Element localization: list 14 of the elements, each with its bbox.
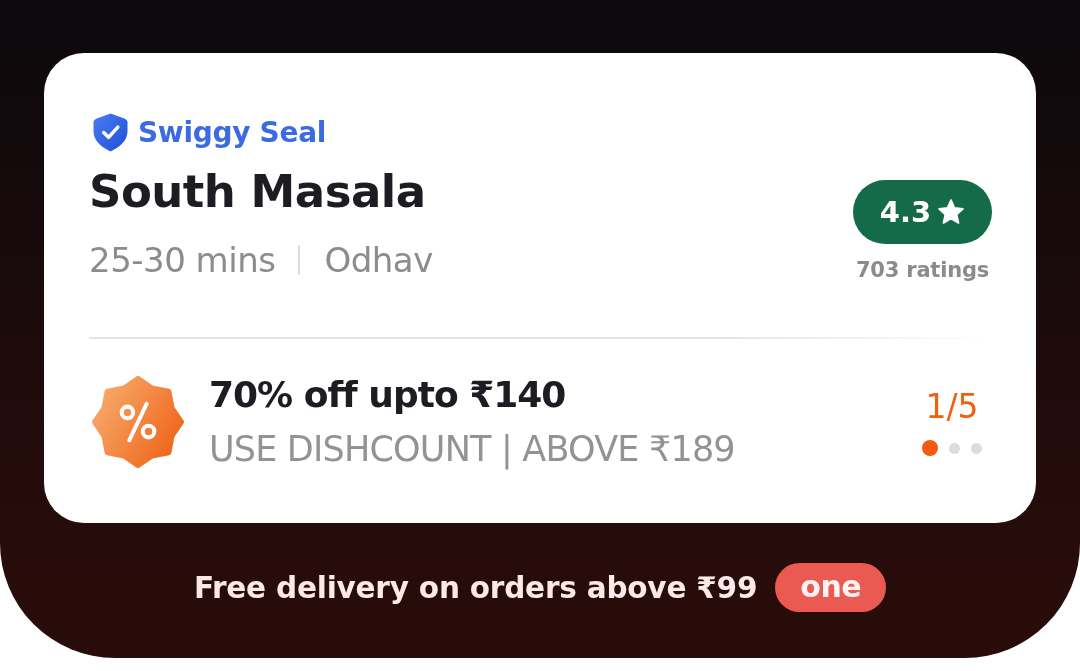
offer-details: USE DISHCOUNT | ABOVE ₹189: [209, 428, 736, 472]
restaurant-name: South Masala: [89, 166, 427, 218]
offer-title: 70% off upto ₹140: [209, 373, 567, 417]
offer-counter: 1/5: [925, 388, 979, 426]
free-delivery-text: Free delivery on orders above ₹99: [193, 569, 758, 607]
percent-badge-icon: [90, 374, 186, 470]
seal-label: Swiggy Seal: [138, 115, 327, 151]
shield-check-icon: [93, 113, 128, 152]
rating-score: 4.3: [879, 195, 932, 229]
membership-badge: one: [775, 563, 887, 612]
delivery-time: 25-30 mins: [89, 240, 276, 280]
locality: Odhav: [324, 240, 433, 280]
star-icon: [937, 198, 966, 226]
ratings-count: 703 ratings: [855, 257, 990, 283]
